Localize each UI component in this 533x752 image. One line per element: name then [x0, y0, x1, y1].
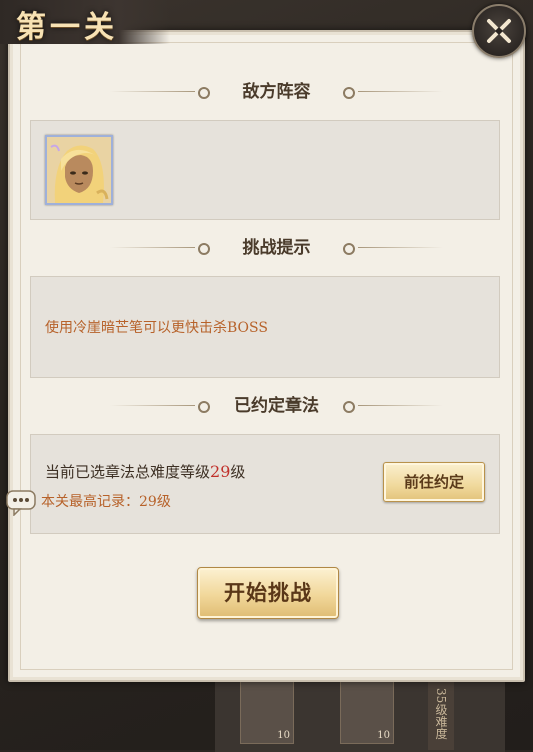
- divider-dot: [343, 87, 355, 99]
- background-difficulty-label: 35级难度: [428, 678, 454, 750]
- divider-line: [358, 91, 443, 92]
- close-button[interactable]: [472, 4, 526, 58]
- level-title: 第一关: [16, 10, 118, 45]
- difficulty-prefix: 当前已选章法总难度等级: [45, 463, 211, 481]
- section-title-hint: 挑战提示: [242, 238, 311, 258]
- chat-bubble-button[interactable]: [6, 490, 36, 517]
- background-slot: 10: [240, 678, 294, 744]
- background-slot-count: 10: [377, 730, 390, 741]
- difficulty-summary: 当前已选章法总难度等级29级: [45, 461, 245, 482]
- section-header-pact: 已约定章法: [110, 394, 443, 418]
- section-header-hint: 挑战提示: [110, 236, 443, 260]
- enemy-avatar[interactable]: [45, 135, 113, 205]
- divider-line: [358, 405, 443, 406]
- section-header-enemy: 敌方阵容: [110, 80, 443, 104]
- challenge-hint-text: 使用冷崖暗芒笔可以更快击杀BOSS: [45, 320, 268, 336]
- title-tab: 第一关: [0, 0, 170, 45]
- hint-panel: 使用冷崖暗芒笔可以更快击杀BOSS: [30, 276, 500, 378]
- chat-bubble-icon: [6, 490, 36, 517]
- start-challenge-button[interactable]: 开始挑战: [197, 567, 339, 619]
- difficulty-suffix: 级: [230, 463, 246, 481]
- enemy-panel: [30, 120, 500, 220]
- divider-dot: [343, 401, 355, 413]
- level-dialog: 敌方阵容 挑战提示 使用冷崖暗芒笔可以更快击杀BOSS 已约定章法 当前已选章法…: [8, 30, 525, 682]
- section-title-pact: 已约定章法: [234, 396, 319, 416]
- background-slot-count: 10: [277, 730, 290, 741]
- divider-line: [358, 247, 443, 248]
- goto-pact-button[interactable]: 前往约定: [383, 462, 485, 502]
- pact-panel: 当前已选章法总难度等级29级 本关最高记录：29级 前往约定: [30, 434, 500, 534]
- best-record-text: 本关最高记录：29级: [41, 494, 171, 510]
- section-title-enemy: 敌方阵容: [242, 82, 311, 102]
- background-slot: 10: [340, 678, 394, 744]
- divider-dot: [343, 243, 355, 255]
- close-icon: [487, 19, 511, 43]
- enemy-portrait-icon: [47, 137, 111, 203]
- difficulty-level-value: 29: [210, 462, 231, 481]
